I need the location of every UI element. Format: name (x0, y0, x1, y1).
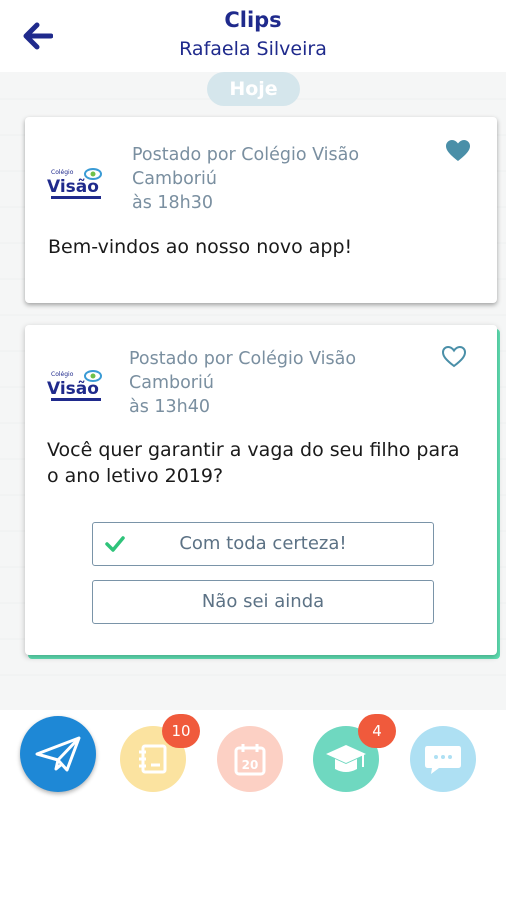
heart-filled-icon (446, 140, 470, 161)
post-meta: Postado por Colégio Visão Camboriú às 18… (132, 143, 432, 215)
like-button[interactable] (445, 139, 473, 165)
svg-text:Visão: Visão (47, 379, 99, 399)
poll-option-maybe[interactable]: Não sei ainda (92, 580, 434, 624)
posted-by: Postado por Colégio Visão Camboriú (129, 349, 357, 393)
nav-chat[interactable] (410, 726, 476, 792)
grades-badge: 4 (358, 714, 396, 748)
heart-outline-icon (441, 345, 467, 368)
school-logo: Colégio Visão (45, 165, 107, 205)
poll-option-yes[interactable]: Com toda certeza! (92, 522, 434, 566)
svg-text:Colégio: Colégio (51, 169, 74, 176)
calendar-date: 20 (242, 758, 259, 772)
calendar-icon: 20 (234, 744, 266, 776)
bottom-nav: 10 20 4 (0, 710, 506, 810)
post-time: às 13h40 (129, 397, 211, 417)
post-meta: Postado por Colégio Visão Camboriú às 13… (129, 347, 429, 419)
feed[interactable]: Hoje Colégio Visão Postado por Colégio V… (0, 72, 506, 710)
app-header: Clips Rafaela Silveira (0, 0, 506, 72)
post-message: Bem-vindos ao nosso novo app! (48, 236, 353, 258)
like-button[interactable] (441, 345, 469, 371)
posted-by: Postado por Colégio Visão Camboriú (132, 145, 360, 189)
check-icon (105, 536, 125, 552)
nav-calendar[interactable]: 20 (217, 726, 283, 792)
post-message: Você quer garantir a vaga do seu filho p… (47, 439, 460, 487)
post-card: Colégio Visão Postado por Colégio Visão … (25, 117, 497, 303)
option-label: Não sei ainda (201, 591, 325, 612)
chat-icon (425, 746, 461, 774)
post-time: às 18h30 (132, 193, 214, 213)
school-logo: Colégio Visão (45, 367, 107, 407)
nav-send[interactable] (20, 716, 96, 792)
notebook-icon (139, 744, 167, 774)
svg-text:Visão: Visão (47, 177, 99, 197)
paper-plane-icon (35, 736, 81, 772)
page-subtitle: Rafaela Silveira (179, 38, 327, 60)
post-card: Colégio Visão Postado por Colégio Visão … (25, 325, 497, 655)
svg-text:Colégio: Colégio (51, 371, 74, 378)
option-label: Com toda certeza! (179, 533, 347, 554)
notebook-badge: 10 (162, 714, 200, 748)
page-title: Clips (224, 8, 282, 32)
graduation-cap-icon (326, 745, 366, 772)
day-label: Hoje (207, 72, 300, 106)
